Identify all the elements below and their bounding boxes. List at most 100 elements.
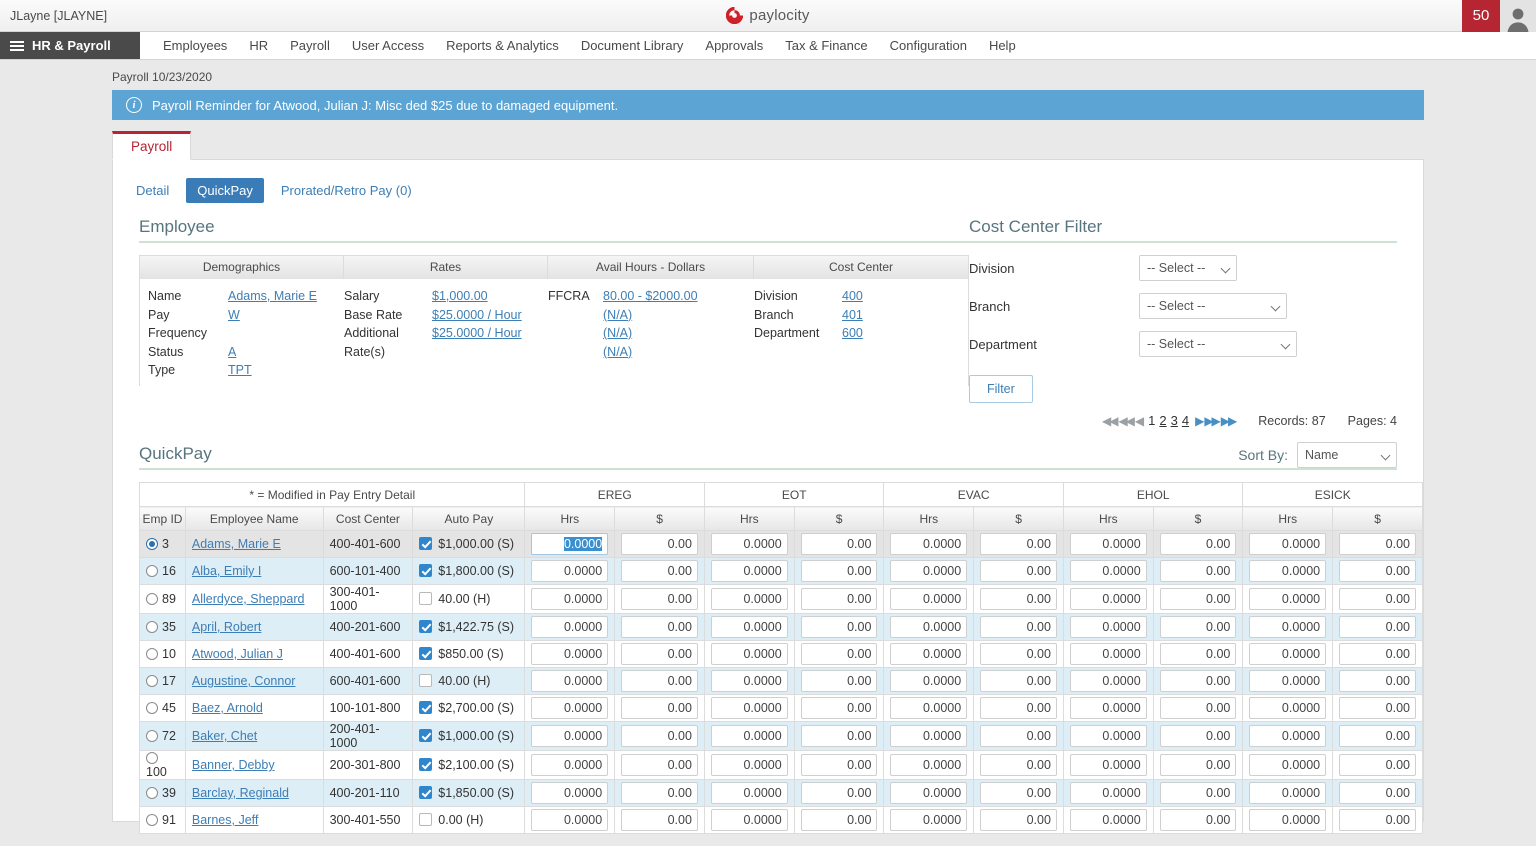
esick-amount-input[interactable]: 0.00	[1339, 809, 1416, 831]
ereg-hrs-input[interactable]: 0.0000	[531, 725, 608, 747]
ehol-hrs-input[interactable]: 0.0000	[1070, 782, 1147, 804]
user-avatar-icon[interactable]	[1500, 0, 1536, 32]
esick-amount-cell[interactable]: 0.00	[1333, 807, 1423, 834]
evac-hrs-input[interactable]: 0.0000	[890, 782, 967, 804]
ehol-amount-input[interactable]: 0.00	[1160, 588, 1237, 610]
ereg-hrs-cell[interactable]: 0.0000	[525, 614, 615, 641]
esick-amount-cell[interactable]: 0.00	[1333, 641, 1423, 668]
esick-hrs-input[interactable]: 0.0000	[1249, 533, 1326, 555]
auto-pay-checkbox[interactable]	[419, 786, 432, 799]
employee-name-cell[interactable]: Atwood, Julian J	[185, 641, 323, 668]
evac-hrs-cell[interactable]: 0.0000	[884, 585, 974, 614]
table-row[interactable]: 89Allerdyce, Sheppard300-401-100040.00 (…	[140, 585, 1423, 614]
ereg-hrs-input[interactable]: 0.0000	[531, 754, 608, 776]
evac-hrs-input[interactable]: 0.0000	[890, 725, 967, 747]
emp-id-cell[interactable]: 45	[140, 695, 186, 722]
employee-name-cell[interactable]: April, Robert	[185, 614, 323, 641]
ereg-amount-cell[interactable]: 0.00	[615, 668, 705, 695]
eot-amount-cell[interactable]: 0.00	[794, 722, 884, 751]
sort-by-select[interactable]: Name	[1297, 442, 1397, 468]
eot-hrs-cell[interactable]: 0.0000	[704, 558, 794, 585]
alert-count-badge[interactable]: 50	[1462, 0, 1500, 32]
ereg-amount-cell[interactable]: 0.00	[615, 807, 705, 834]
evac-amount-cell[interactable]: 0.00	[974, 558, 1064, 585]
evac-hrs-cell[interactable]: 0.0000	[884, 807, 974, 834]
employee-name-link[interactable]: Baez, Arnold	[192, 701, 263, 715]
row-select-radio[interactable]	[146, 702, 158, 714]
prev-page-icon[interactable]: ◀	[1134, 414, 1146, 428]
ehol-amount-input[interactable]: 0.00	[1160, 809, 1237, 831]
esick-amount-input[interactable]: 0.00	[1339, 588, 1416, 610]
auto-pay-checkbox[interactable]	[419, 620, 432, 633]
pay-frequency-link[interactable]: W	[228, 308, 240, 322]
esick-amount-cell[interactable]: 0.00	[1333, 668, 1423, 695]
eot-hrs-cell[interactable]: 0.0000	[704, 585, 794, 614]
nav-item-user-access[interactable]: User Access	[341, 32, 435, 60]
evac-hrs-input[interactable]: 0.0000	[890, 616, 967, 638]
ereg-hrs-input[interactable]: 0.0000	[531, 670, 608, 692]
ereg-hrs-input[interactable]: 0.0000	[531, 560, 608, 582]
employee-name-link[interactable]: Barclay, Reginald	[192, 786, 289, 800]
eot-amount-input[interactable]: 0.00	[801, 725, 878, 747]
employee-name-link[interactable]: April, Robert	[192, 620, 261, 634]
evac-amount-cell[interactable]: 0.00	[974, 751, 1064, 780]
ereg-amount-input[interactable]: 0.00	[621, 697, 698, 719]
esick-hrs-input[interactable]: 0.0000	[1249, 643, 1326, 665]
row-select-radio[interactable]	[146, 538, 158, 550]
auto-pay-cell[interactable]: 0.00 (H)	[413, 807, 525, 834]
ehol-amount-cell[interactable]: 0.00	[1153, 614, 1243, 641]
eot-amount-input[interactable]: 0.00	[801, 560, 878, 582]
prev-fast-icon[interactable]: ◀◀	[1117, 414, 1133, 428]
evac-amount-cell[interactable]: 0.00	[974, 585, 1064, 614]
ereg-hrs-input[interactable]: 0.0000	[531, 533, 608, 555]
next-page-icon[interactable]: ▶	[1191, 414, 1203, 428]
employee-name-link[interactable]: Baker, Chet	[192, 729, 257, 743]
ehol-hrs-input[interactable]: 0.0000	[1070, 588, 1147, 610]
esick-amount-input[interactable]: 0.00	[1339, 616, 1416, 638]
evac-amount-cell[interactable]: 0.00	[974, 780, 1064, 807]
evac-amount-input[interactable]: 0.00	[980, 725, 1057, 747]
esick-hrs-cell[interactable]: 0.0000	[1243, 614, 1333, 641]
ehol-hrs-input[interactable]: 0.0000	[1070, 560, 1147, 582]
emp-id-cell[interactable]: 39	[140, 780, 186, 807]
employee-name-cell[interactable]: Augustine, Connor	[185, 668, 323, 695]
esick-hrs-input[interactable]: 0.0000	[1249, 560, 1326, 582]
last-page-icon[interactable]: ▶▶	[1220, 414, 1236, 428]
employee-name-cell[interactable]: Banner, Debby	[185, 751, 323, 780]
eot-hrs-input[interactable]: 0.0000	[711, 533, 788, 555]
eot-amount-input[interactable]: 0.00	[801, 670, 878, 692]
eot-amount-input[interactable]: 0.00	[801, 643, 878, 665]
ehol-amount-cell[interactable]: 0.00	[1153, 558, 1243, 585]
auto-pay-cell[interactable]: $1,000.00 (S)	[413, 531, 525, 558]
esick-hrs-cell[interactable]: 0.0000	[1243, 585, 1333, 614]
ereg-hrs-input[interactable]: 0.0000	[531, 782, 608, 804]
ehol-amount-input[interactable]: 0.00	[1160, 697, 1237, 719]
evac-amount-input[interactable]: 0.00	[980, 588, 1057, 610]
eot-amount-input[interactable]: 0.00	[801, 754, 878, 776]
employee-name-cell[interactable]: Alba, Emily I	[185, 558, 323, 585]
eot-hrs-cell[interactable]: 0.0000	[704, 641, 794, 668]
ereg-amount-cell[interactable]: 0.00	[615, 531, 705, 558]
emp-id-cell[interactable]: 91	[140, 807, 186, 834]
evac-amount-input[interactable]: 0.00	[980, 697, 1057, 719]
ereg-amount-input[interactable]: 0.00	[621, 643, 698, 665]
table-row[interactable]: 45Baez, Arnold100-101-800$2,700.00 (S)0.…	[140, 695, 1423, 722]
ehol-amount-input[interactable]: 0.00	[1160, 782, 1237, 804]
avail-na-link-2[interactable]: (N/A)	[603, 326, 632, 340]
evac-amount-input[interactable]: 0.00	[980, 782, 1057, 804]
ereg-amount-input[interactable]: 0.00	[621, 809, 698, 831]
ereg-hrs-cell[interactable]: 0.0000	[525, 558, 615, 585]
esick-hrs-input[interactable]: 0.0000	[1249, 782, 1326, 804]
nav-item-configuration[interactable]: Configuration	[879, 32, 978, 60]
eot-amount-cell[interactable]: 0.00	[794, 807, 884, 834]
ereg-amount-cell[interactable]: 0.00	[615, 695, 705, 722]
subtab-detail[interactable]: Detail	[125, 178, 180, 203]
esick-amount-cell[interactable]: 0.00	[1333, 780, 1423, 807]
evac-amount-cell[interactable]: 0.00	[974, 641, 1064, 668]
evac-hrs-input[interactable]: 0.0000	[890, 697, 967, 719]
ehol-amount-cell[interactable]: 0.00	[1153, 585, 1243, 614]
filter-button[interactable]: Filter	[969, 375, 1033, 403]
evac-amount-input[interactable]: 0.00	[980, 643, 1057, 665]
table-row[interactable]: 100Banner, Debby200-301-800$2,100.00 (S)…	[140, 751, 1423, 780]
eot-hrs-input[interactable]: 0.0000	[711, 754, 788, 776]
